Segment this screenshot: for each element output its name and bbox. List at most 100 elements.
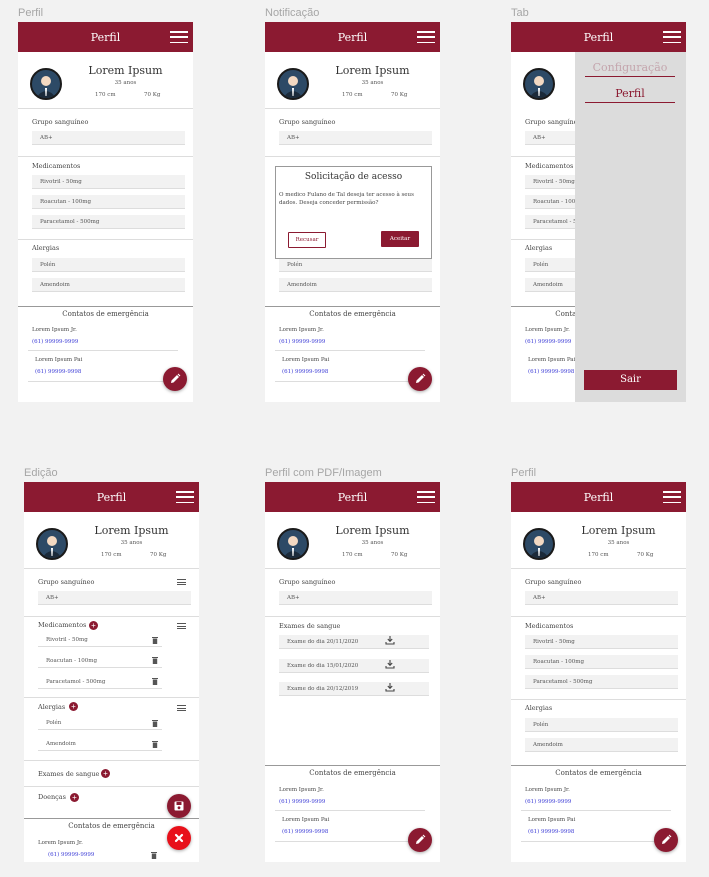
blood-group-label: Grupo sanguíneo — [279, 578, 336, 586]
medication-input[interactable]: Paracetamol - 500mg — [38, 675, 162, 689]
profile-height: 170 cm — [101, 552, 122, 558]
medication-item: Paracetamol - 500mg — [32, 215, 185, 229]
header-title: Perfil — [337, 30, 368, 44]
floppy-icon — [174, 801, 184, 811]
allergy-item: Amendoim — [525, 738, 678, 752]
contact-name: Lorem Ipsum Jr. — [279, 327, 324, 333]
blood-group-value: AB+ — [525, 591, 678, 605]
contact-name[interactable]: Lorem Ipsum Jr. — [38, 840, 83, 846]
edit-button[interactable] — [163, 367, 187, 391]
contact-phone[interactable]: (61) 99999-9999 — [48, 852, 94, 858]
contact-name: Lorem Ipsum Pai — [282, 357, 330, 363]
contact-phone[interactable]: (61) 99999-9998 — [282, 829, 328, 835]
add-disease-plus-icon[interactable]: + — [70, 793, 79, 802]
edit-button[interactable] — [408, 367, 432, 391]
trash-icon[interactable] — [152, 741, 158, 748]
medication-item: Roacutan - 100mg — [525, 655, 678, 669]
logout-button[interactable]: Sair — [584, 370, 677, 390]
contact-name: Lorem Ipsum Jr. — [525, 327, 570, 333]
profile-content: Lorem Ipsum 35 anos 170 cm 70 Kg Grupo s… — [265, 512, 440, 862]
add-exam-plus-icon[interactable]: + — [101, 769, 110, 778]
header-title: Perfil — [90, 30, 121, 44]
add-medication-plus-icon[interactable]: + — [89, 621, 98, 630]
accept-button[interactable]: Aceitar — [381, 231, 419, 247]
save-button[interactable] — [167, 794, 191, 818]
medication-item: Roacutan - 100mg — [32, 195, 185, 209]
medication-input[interactable]: Rivotril - 50mg — [38, 633, 162, 647]
frame-label-perfil-2: Perfil — [511, 467, 537, 479]
profile-height: 170 cm — [95, 92, 116, 98]
profile-age: 35 anos — [361, 540, 384, 546]
medications-label: Medicamentos — [525, 622, 574, 630]
avatar — [277, 68, 309, 100]
medication-input[interactable]: Roacutan - 100mg — [38, 654, 162, 668]
add-allergy-plus-icon[interactable]: + — [69, 702, 78, 711]
refuse-button[interactable]: Recusar — [288, 232, 326, 248]
trash-icon[interactable] — [152, 657, 158, 664]
allergies-label: Alergias — [525, 704, 553, 712]
divider — [18, 108, 193, 109]
drag-lines-icon[interactable] — [177, 579, 186, 585]
drawer-item-settings[interactable]: Configuração — [585, 61, 675, 77]
exam-item[interactable]: Exame do dia 20/12/2019 — [279, 682, 429, 696]
hamburger-icon[interactable] — [170, 31, 188, 43]
header-title: Perfil — [96, 490, 127, 504]
contact-phone[interactable]: (61) 99999-9999 — [279, 799, 325, 805]
medications-label: Medicamentos — [32, 162, 81, 170]
divider — [511, 616, 686, 617]
profile-age: 35 anos — [361, 80, 384, 86]
hamburger-icon[interactable] — [663, 491, 681, 503]
contact-phone[interactable]: (61) 99999-9998 — [35, 369, 81, 375]
edit-button[interactable] — [408, 828, 432, 852]
frame-label-perfil: Perfil — [18, 7, 44, 19]
contact-name: Lorem Ipsum Pai — [282, 817, 330, 823]
trash-icon[interactable] — [152, 678, 158, 685]
hamburger-icon[interactable] — [176, 491, 194, 503]
profile-pdf-screen: Perfil Lorem Ipsum 35 anos 170 cm 70 Kg … — [265, 482, 440, 862]
allergy-item: Amendoim — [279, 278, 432, 292]
contact-phone[interactable]: (61) 99999-9998 — [528, 369, 574, 375]
allergies-label: Alergias — [38, 703, 66, 711]
hamburger-icon[interactable] — [417, 491, 435, 503]
profile-age: 35 anos — [120, 540, 143, 546]
divider — [18, 306, 193, 307]
pencil-icon — [416, 834, 426, 844]
contact-phone[interactable]: (61) 99999-9999 — [525, 799, 571, 805]
contact-phone[interactable]: (61) 99999-9999 — [32, 339, 78, 345]
hamburger-icon[interactable] — [417, 31, 435, 43]
allergy-input[interactable]: Amendoim — [38, 737, 162, 751]
allergies-label: Alergias — [32, 244, 60, 252]
exam-item[interactable]: Exame do dia 20/11/2020 — [279, 635, 429, 649]
divider — [511, 699, 686, 700]
divider — [24, 760, 199, 761]
divider — [265, 568, 440, 569]
side-drawer: Configuração Perfil Sair — [575, 52, 686, 402]
hamburger-icon[interactable] — [663, 31, 681, 43]
drag-lines-icon[interactable] — [177, 705, 186, 711]
cancel-button[interactable] — [167, 826, 191, 850]
blood-group-value[interactable]: AB+ — [38, 591, 191, 605]
divider — [18, 239, 193, 240]
contact-phone[interactable]: (61) 99999-9998 — [282, 369, 328, 375]
drawer-item-profile[interactable]: Perfil — [585, 87, 675, 103]
trash-icon[interactable] — [152, 720, 158, 727]
drag-lines-icon[interactable] — [177, 623, 186, 629]
allergy-input[interactable]: Polén — [38, 716, 162, 730]
contact-phone[interactable]: (61) 99999-9999 — [279, 339, 325, 345]
trash-icon[interactable] — [151, 852, 157, 859]
edit-button[interactable] — [654, 828, 678, 852]
allergies-label: Alergias — [525, 244, 553, 252]
avatar — [36, 528, 68, 560]
exam-item[interactable]: Exame do dia 15/01/2020 — [279, 659, 429, 673]
download-icon[interactable] — [385, 682, 395, 692]
contact-phone[interactable]: (61) 99999-9999 — [525, 339, 571, 345]
profile-name: Lorem Ipsum — [335, 64, 410, 77]
download-icon[interactable] — [385, 659, 395, 669]
trash-icon[interactable] — [152, 637, 158, 644]
contact-phone[interactable]: (61) 99999-9998 — [528, 829, 574, 835]
divider — [265, 108, 440, 109]
divider — [265, 306, 440, 307]
medications-label: Medicamentos — [525, 162, 574, 170]
download-icon[interactable] — [385, 635, 395, 645]
blood-group-value: AB+ — [32, 131, 185, 145]
